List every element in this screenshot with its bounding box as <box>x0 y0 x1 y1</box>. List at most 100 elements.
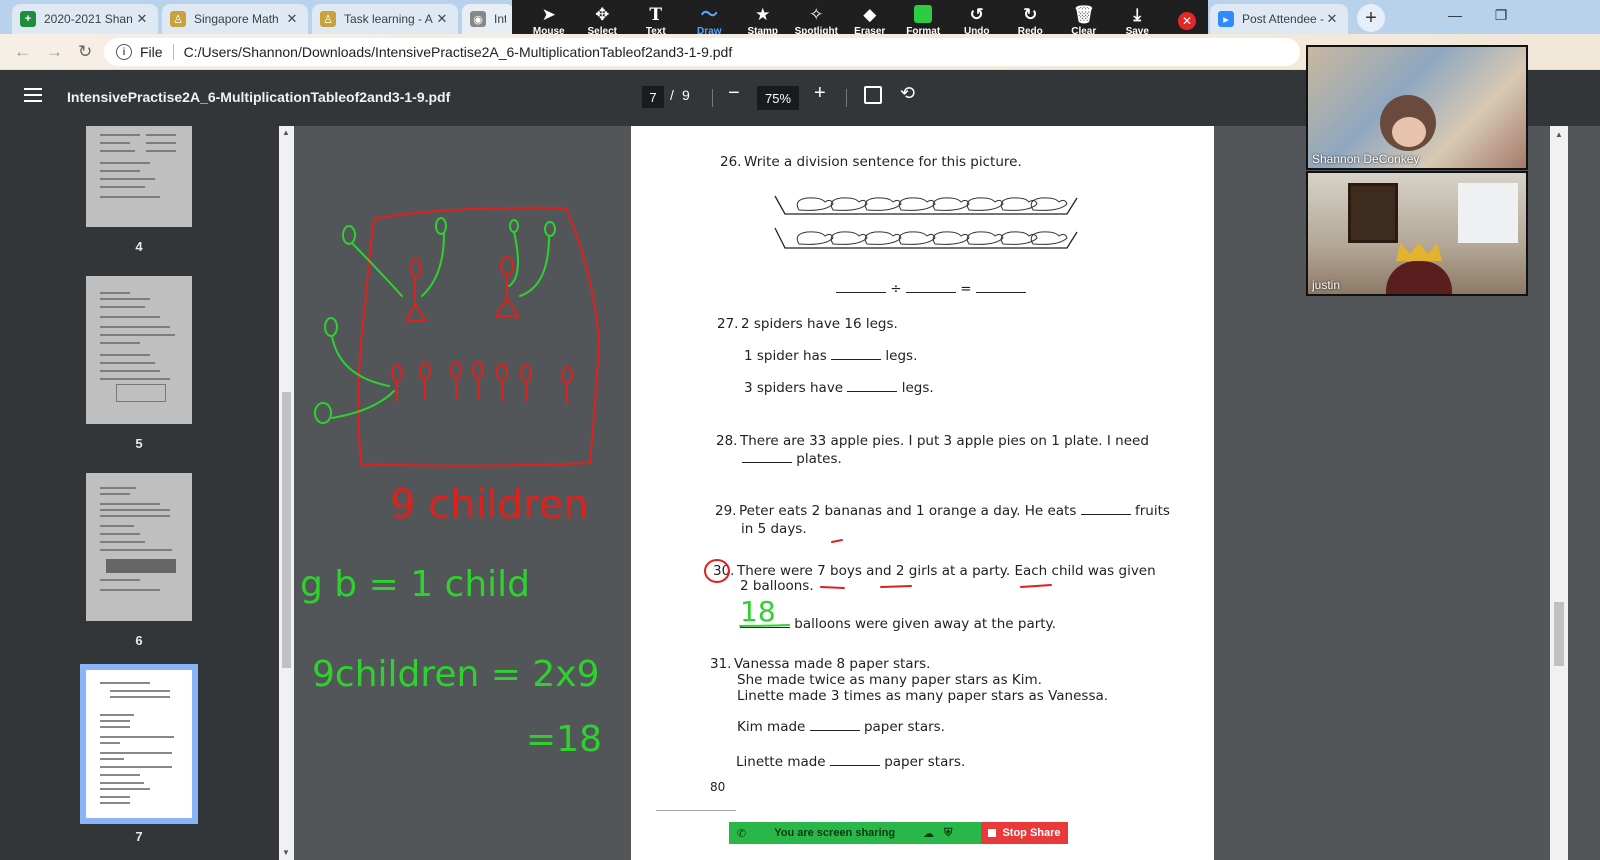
sheets-icon: + <box>20 11 36 27</box>
eraser-tool[interactable]: ◆ Eraser <box>843 5 897 37</box>
scroll-up-icon[interactable]: ▲ <box>282 128 290 137</box>
screen-share-bar: ✆ You are screen sharing ☁ ⛨ Stop Share <box>729 822 1068 844</box>
girl-boy-note: g b = 1 child <box>300 564 530 605</box>
divider <box>712 89 713 107</box>
stop-icon <box>988 829 997 837</box>
divider <box>172 44 174 60</box>
tab-title: Post Attendee - <box>1242 12 1324 26</box>
divider <box>846 89 847 107</box>
tab-task-learning[interactable]: ♙ Task learning - A ✕ <box>312 4 458 34</box>
cloud-icon: ☁ <box>923 827 935 840</box>
draw-icon: 〜 <box>700 5 718 24</box>
close-icon[interactable]: ✕ <box>284 11 300 27</box>
close-icon[interactable]: ✕ <box>434 11 450 27</box>
participant-name: Shannon DeConkey <box>1312 152 1420 166</box>
address-url: C:/Users/Shannon/Downloads/IntensivePrac… <box>183 44 733 60</box>
tab-title: 2020-2021 Shan <box>44 12 133 26</box>
site-icon: ♙ <box>170 11 186 27</box>
stamp-tool[interactable]: ★ Stamp <box>736 5 790 37</box>
zoom-icon: ▸ <box>1218 11 1234 27</box>
stop-share-label: Stop Share <box>1002 827 1061 839</box>
page-number-input[interactable]: 7 <box>642 86 664 108</box>
tab-title: Inte <box>494 12 506 26</box>
select-tool[interactable]: ✥ Select <box>576 5 630 37</box>
tab-post-attendee[interactable]: ▸ Post Attendee - ✕ <box>1210 4 1348 34</box>
thumbnail-sidebar: 4 5 6 7 <box>0 126 279 860</box>
close-annotation-button[interactable]: ✕ <box>1178 12 1196 30</box>
thumbnail-scrollbar[interactable]: ▲ ▼ <box>279 126 294 860</box>
thumbnail-label: 5 <box>135 436 143 451</box>
thumbnail-page-5[interactable] <box>86 276 192 424</box>
fit-page-icon[interactable] <box>864 86 882 104</box>
globe-icon: ◉ <box>470 11 486 27</box>
tab-spreadsheet[interactable]: + 2020-2021 Shan ✕ <box>12 4 158 34</box>
format-icon <box>914 5 933 23</box>
calculation-line-2: =18 <box>526 719 602 760</box>
page-separator: / <box>670 87 674 103</box>
stop-share-button[interactable]: Stop Share <box>981 822 1068 844</box>
restore-icon[interactable]: ❐ <box>1478 0 1524 30</box>
drag-handle-icon[interactable]: ✆ <box>737 827 746 840</box>
back-icon[interactable]: ← <box>14 42 31 62</box>
participant-body <box>1386 261 1452 294</box>
thumbnail-page-4[interactable] <box>86 126 192 227</box>
scroll-down-icon[interactable]: ▼ <box>282 848 290 857</box>
save-tool[interactable]: ⤓ Save <box>1111 5 1165 37</box>
draw-tool[interactable]: 〜 Draw <box>683 5 737 37</box>
close-icon[interactable]: ✕ <box>1324 11 1340 27</box>
address-scheme: File <box>140 44 163 60</box>
pdf-filename: IntensivePractise2A_6-MultiplicationTabl… <box>67 89 451 105</box>
total-pages: 9 <box>682 87 690 103</box>
minimize-icon[interactable]: — <box>1432 0 1478 30</box>
participant-name: justin <box>1312 278 1341 292</box>
thumbnail-label: 6 <box>135 633 143 648</box>
arrow-cursor-icon: ➤ <box>541 5 556 24</box>
page-scrollbar[interactable]: ▲ <box>1550 126 1568 860</box>
zoom-out-icon[interactable]: − <box>728 82 740 105</box>
tab-title: Task learning - A <box>344 12 433 26</box>
sharing-status-text: You are screen sharing <box>774 827 896 839</box>
sharing-status[interactable]: ✆ You are screen sharing ☁ ⛨ <box>729 822 981 844</box>
clear-tool[interactable]: 🗑 Clear <box>1057 5 1111 37</box>
text-tool[interactable]: T Text <box>629 5 683 37</box>
answer-18: 18 <box>740 595 776 628</box>
shield-icon: ⛨ <box>944 826 953 839</box>
scrollbar-thumb[interactable] <box>282 392 291 668</box>
new-tab-button[interactable]: + <box>1357 4 1385 32</box>
forward-icon[interactable]: → <box>46 42 63 62</box>
undo-tool[interactable]: ↺ Undo <box>950 5 1004 37</box>
star-icon: ★ <box>755 5 771 24</box>
format-tool[interactable]: Format <box>897 5 951 37</box>
reload-icon[interactable]: ↻ <box>78 42 92 62</box>
info-icon[interactable]: i <box>116 44 132 60</box>
video-tile-justin[interactable]: justin <box>1306 171 1528 296</box>
scrollbar-thumb[interactable] <box>1554 602 1564 666</box>
trash-icon: 🗑 <box>1072 5 1095 24</box>
video-tile-shannon[interactable]: Shannon DeConkey <box>1306 45 1528 170</box>
thumbnail-page-6[interactable] <box>86 473 192 621</box>
close-icon: ✕ <box>1181 14 1193 28</box>
spotlight-tool[interactable]: ✧ Spotlight <box>790 5 844 37</box>
zoom-in-icon[interactable]: + <box>814 82 826 105</box>
address-input[interactable]: i File C:/Users/Shannon/Downloads/Intens… <box>104 38 1300 66</box>
window <box>1458 183 1518 243</box>
redo-icon: ↻ <box>1023 5 1038 24</box>
picture-frame <box>1348 183 1398 243</box>
close-icon[interactable]: ✕ <box>134 11 150 27</box>
zoom-level-input[interactable]: 75% <box>757 86 799 110</box>
menu-icon[interactable] <box>24 88 42 106</box>
mouse-tool[interactable]: ➤ Mouse <box>522 5 576 37</box>
scroll-up-icon[interactable]: ▲ <box>1555 130 1563 139</box>
redo-tool[interactable]: ↻ Redo <box>1004 5 1058 37</box>
site-icon: ♙ <box>320 11 336 27</box>
calculation-line-1: 9children = 2x9 <box>312 654 600 695</box>
tab-title: Singapore Math <box>194 12 279 26</box>
participant-face <box>1392 117 1426 147</box>
undo-icon: ↺ <box>969 5 984 24</box>
tab-active-pdf[interactable]: ◉ Inte <box>462 4 514 34</box>
move-icon: ✥ <box>595 5 610 24</box>
tab-singapore-math[interactable]: ♙ Singapore Math ✕ <box>162 4 308 34</box>
rotate-icon[interactable]: ⟲ <box>900 83 915 104</box>
children-note: 9 children <box>390 482 589 528</box>
thumbnail-page-7[interactable] <box>86 670 192 818</box>
